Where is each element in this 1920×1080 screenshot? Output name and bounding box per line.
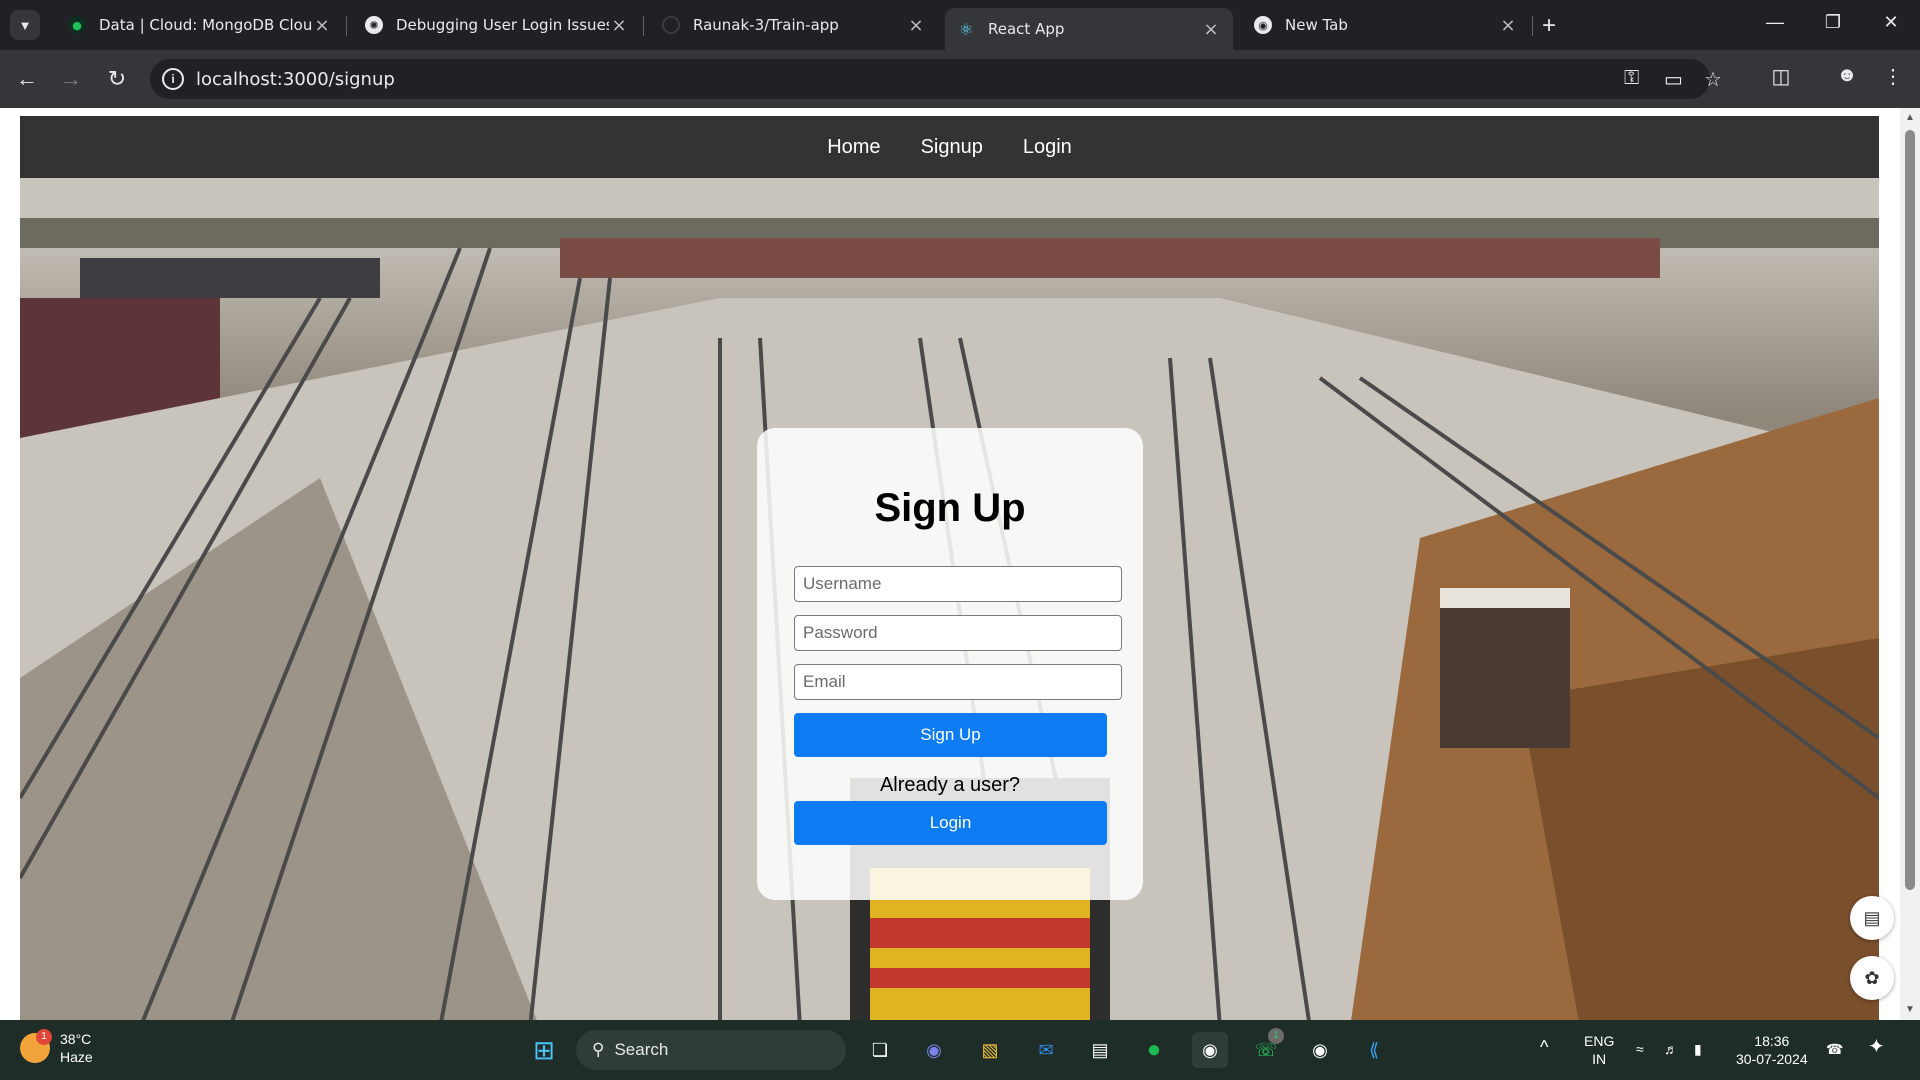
tab-strip: ▼ ● Data | Cloud: MongoDB Cloud × ✺ Debu… [0, 0, 1920, 50]
tab-mongodb[interactable]: ● Data | Cloud: MongoDB Cloud × [56, 8, 344, 42]
task-view-icon[interactable]: ❏ [862, 1032, 898, 1068]
vscode-icon[interactable]: ⟪ [1356, 1032, 1392, 1068]
tab-title: Debugging User Login Issues [396, 16, 609, 34]
password-input[interactable] [794, 615, 1122, 651]
nav-home-link[interactable]: Home [827, 136, 880, 159]
close-tab-icon[interactable]: × [1498, 15, 1518, 36]
language-indicator[interactable]: ENG IN [1584, 1032, 1614, 1068]
tab-title: Data | Cloud: MongoDB Cloud [99, 16, 312, 34]
volume-icon[interactable]: ♬ [1664, 1040, 1678, 1058]
tab-search-button[interactable]: ▼ [10, 10, 40, 40]
address-bar[interactable]: i localhost:3000/signup ⚿ ▭ ☆ [150, 59, 1722, 99]
chrome-icon: ◉ [1254, 16, 1272, 34]
scroll-thumb[interactable] [1905, 130, 1915, 890]
weather-widget[interactable]: 1 38°C Haze [20, 1029, 93, 1066]
tab-title: React App [988, 20, 1065, 38]
tab-chatgpt[interactable]: ✺ Debugging User Login Issues × [353, 8, 641, 42]
tab-title: Raunak-3/Train-app [693, 16, 839, 34]
restore-icon[interactable]: ❐ [1813, 12, 1853, 33]
whatsapp-badge: 1 [1268, 1028, 1284, 1044]
weather-temperature: 38°C [60, 1031, 92, 1047]
forward-arrow-icon[interactable]: → [56, 64, 86, 94]
already-user-text: Already a user? [879, 774, 1021, 796]
email-input[interactable] [794, 664, 1122, 700]
sun-haze-icon: 1 [20, 1029, 52, 1063]
weather-notification-badge: 1 [36, 1029, 52, 1045]
language-secondary: IN [1592, 1051, 1607, 1067]
spotify-icon[interactable]: ● [1136, 1032, 1172, 1068]
scroll-up-arrow-icon[interactable]: ▲ [1904, 112, 1916, 123]
profile-avatar-icon[interactable]: ☻ [1832, 64, 1862, 87]
close-window-icon[interactable]: ✕ [1871, 12, 1911, 33]
signup-title: Sign Up [874, 486, 1026, 530]
reload-icon[interactable]: ↻ [102, 64, 132, 94]
scroll-down-arrow-icon[interactable]: ▼ [1904, 1004, 1916, 1015]
wifi-icon[interactable]: ≈ [1636, 1040, 1644, 1058]
page-viewport: Home Signup Login Sign Up Username Email… [0, 108, 1920, 1020]
copilot-icon[interactable]: ✦ [1868, 1037, 1885, 1057]
back-arrow-icon[interactable]: ← [12, 64, 42, 94]
close-tab-icon[interactable]: × [1201, 19, 1221, 40]
github-icon [662, 16, 680, 34]
extensions-puzzle-icon[interactable]: ◫ [1766, 64, 1796, 89]
nav-login-link[interactable]: Login [1023, 136, 1072, 159]
show-hidden-icons-chevron-icon[interactable]: ^ [1540, 1038, 1548, 1056]
chrome-taskbar-icon[interactable]: ◉ [1192, 1032, 1228, 1068]
search-icon: ⚲ [592, 1040, 605, 1059]
new-tab-plus-icon[interactable]: + [1542, 12, 1556, 40]
url-text[interactable]: localhost:3000/signup [196, 69, 395, 90]
clock[interactable]: 18:36 30-07-2024 [1736, 1032, 1808, 1068]
signup-card: Sign Up Sign Up Already a user? Login [757, 428, 1143, 900]
minimize-icon[interactable]: — [1755, 12, 1795, 33]
username-input[interactable] [794, 566, 1122, 602]
tab-title: New Tab [1285, 16, 1348, 34]
copilot-brain-icon[interactable]: ✿ [1850, 956, 1894, 1000]
translate-icon[interactable]: ▤ [1850, 896, 1894, 940]
whatsapp-icon[interactable]: ☏ 1 [1248, 1028, 1284, 1068]
taskbar-search[interactable]: ⚲ Search [576, 1030, 846, 1070]
login-button[interactable]: Login [794, 801, 1107, 845]
teams-chat-icon[interactable]: ◉ [916, 1032, 952, 1068]
site-info-icon[interactable]: i [162, 68, 184, 90]
clock-time: 18:36 [1754, 1033, 1790, 1049]
chatgpt-icon: ✺ [365, 16, 383, 34]
install-app-icon[interactable]: ▭ [1664, 67, 1683, 92]
terminal-app-icon[interactable]: ▤ [1082, 1032, 1118, 1068]
file-explorer-icon[interactable]: ▧ [972, 1032, 1008, 1068]
search-label: Search [614, 1040, 669, 1059]
nav-signup-link[interactable]: Signup [921, 136, 983, 159]
language-primary: ENG [1584, 1033, 1615, 1049]
tab-new-tab[interactable]: ◉ New Tab × [1242, 8, 1530, 42]
mongodb-leaf-icon: ● [68, 16, 86, 34]
close-tab-icon[interactable]: × [312, 15, 332, 36]
password-key-icon[interactable]: ⚿ [1624, 67, 1639, 90]
chrome-menu-icon[interactable]: ⋮ [1878, 64, 1908, 89]
chrome-profile-icon[interactable]: ◉ [1302, 1032, 1338, 1068]
react-atom-icon: ⚛ [958, 19, 974, 39]
windows-taskbar: 1 38°C Haze ⊞ ⚲ Search ❏ ◉ ▧ ✉ ▤ ● ◉ ☏ 1… [0, 1020, 1920, 1080]
bookmark-star-icon[interactable]: ☆ [1704, 67, 1722, 92]
signup-button[interactable]: Sign Up [794, 713, 1107, 757]
react-app-page: Home Signup Login Sign Up Username Email… [20, 116, 1879, 1020]
tab-github[interactable]: Raunak-3/Train-app × [650, 8, 938, 42]
page-scrollbar[interactable]: ▲ ▼ [1900, 108, 1920, 1020]
battery-icon[interactable]: ▮ [1694, 1040, 1702, 1058]
top-navbar: Home Signup Login [20, 116, 1879, 178]
railway-yard-background: Sign Up Sign Up Already a user? Login [20, 178, 1879, 1020]
notification-bell-icon[interactable]: ☎ [1826, 1040, 1843, 1058]
outlook-icon[interactable]: ✉ [1028, 1032, 1064, 1068]
browser-toolbar: ← → ↻ i localhost:3000/signup ⚿ ▭ ☆ ◫ ☻ … [0, 50, 1920, 108]
close-tab-icon[interactable]: × [609, 15, 629, 36]
weather-description: Haze [60, 1049, 93, 1065]
close-tab-icon[interactable]: × [906, 15, 926, 36]
tab-react-app[interactable]: ⚛ React App × [945, 8, 1233, 50]
windows-start-icon[interactable]: ⊞ [526, 1032, 562, 1068]
clock-date: 30-07-2024 [1736, 1051, 1808, 1067]
